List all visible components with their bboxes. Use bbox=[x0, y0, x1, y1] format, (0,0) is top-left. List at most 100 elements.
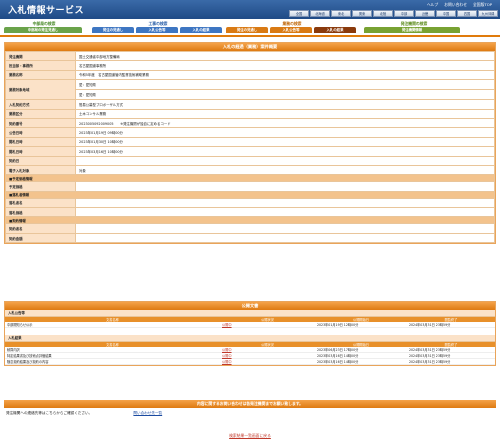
row-value bbox=[75, 223, 495, 234]
row-label: 発注機関 bbox=[5, 50, 76, 62]
row-label: 開札日時 bbox=[5, 136, 76, 148]
row-label: 入札契約方式 bbox=[5, 99, 76, 110]
table-row: 業務名称 令和5年度 名古屋国道管内監督技術補助業務 bbox=[5, 69, 495, 81]
category-agencies: 発注機関の検索 発注機関情報 bbox=[364, 21, 464, 33]
category-title: 中部局の検索 bbox=[32, 21, 56, 26]
inquiry-notice: 内容に関するお問い合わせは各発注機関までお願い致します。 bbox=[4, 400, 496, 408]
doc-group-title: 入札結果 bbox=[5, 335, 495, 343]
table-row: 愛：愛知県 bbox=[6, 89, 495, 101]
section-header: ■予定価格情報 bbox=[5, 174, 495, 183]
row-value: 名古屋国道事務所 bbox=[75, 60, 495, 71]
doc-end: 2024年03月31日 23時59分 bbox=[407, 322, 495, 329]
top-links: ヘルプ お問い合わせ 全国版TOP bbox=[427, 2, 492, 8]
row-label: 契約日 bbox=[5, 155, 76, 166]
doc-name: 随意契約結果及び契約の内容 bbox=[5, 358, 220, 366]
region-tab[interactable]: 中部 bbox=[394, 10, 414, 17]
table-row: 業務区分 土木コンサル業務 bbox=[5, 108, 495, 119]
row-value: 2023年03月16日 10時00分 bbox=[75, 146, 495, 157]
doc-table: 文書名称 公開状況 公開開始日 閲覧終了 中部開知らせ公示 公開中 2023年0… bbox=[5, 317, 495, 329]
table-row: 入札契約方式 簡易公募型プロポーザル方式 bbox=[5, 99, 495, 110]
region-tab[interactable]: 全国 bbox=[289, 10, 309, 17]
region-tab[interactable]: 近畿 bbox=[415, 10, 435, 17]
region-tab[interactable]: 中国 bbox=[436, 10, 456, 17]
table-row: 契約番号 2023005092009005 ※発注機関が独自に定めるコード bbox=[5, 117, 495, 129]
table-row: 契約金額 bbox=[5, 232, 495, 244]
section-title: ■落札者情報 bbox=[5, 190, 495, 199]
row-value bbox=[75, 197, 495, 209]
category-services: 業務の検索 発注の見通し 入札公告等 入札の結果 bbox=[226, 21, 358, 33]
row-label: 契約者名 bbox=[5, 223, 76, 234]
category-title: 工事の検索 bbox=[148, 21, 168, 26]
table-row: 契約者名 bbox=[5, 223, 495, 234]
section-title: ■予定価格情報 bbox=[5, 174, 495, 183]
section-header: ■落札者情報 bbox=[5, 190, 495, 199]
region-tab[interactable]: 四国 bbox=[457, 10, 477, 17]
tab-chubu-outlook[interactable]: 中部局の発注見通し bbox=[4, 27, 82, 33]
row-value: 簡易公募型プロポーザル方式 bbox=[75, 99, 495, 110]
row-label: 予定価格 bbox=[5, 181, 76, 192]
table-row: 落札価格 bbox=[5, 207, 495, 218]
tab-services-outlook[interactable]: 発注の見通し bbox=[226, 27, 268, 33]
tab-agency-info[interactable]: 発注機関情報 bbox=[364, 27, 460, 33]
app-title: 入札情報サービス bbox=[8, 6, 85, 16]
tab-services-notices[interactable]: 入札公告等 bbox=[270, 27, 312, 33]
doc-group-notices: 入札公告等 文書名称 公開状況 公開開始日 閲覧終了 中部開知らせ公示 公開中 … bbox=[5, 310, 495, 329]
doc-open-link[interactable]: 公開中 bbox=[222, 348, 232, 352]
row-label: 開札日時 bbox=[5, 146, 76, 157]
doc-open-link[interactable]: 公開中 bbox=[222, 323, 232, 327]
national-top-link[interactable]: 全国版TOP bbox=[473, 2, 492, 8]
row-label: 落札者名 bbox=[5, 197, 76, 209]
region-tab[interactable]: 北海道 bbox=[310, 10, 330, 17]
category-title: 発注機関の検索 bbox=[400, 21, 428, 26]
table-row: 電子入札対象 対象 bbox=[5, 164, 495, 176]
row-label: 公告日時 bbox=[5, 127, 76, 138]
tab-services-results[interactable]: 入札の結果 bbox=[314, 27, 356, 33]
doc-open-link[interactable]: 公開中 bbox=[222, 354, 232, 358]
section-title: ■契約情報 bbox=[5, 216, 495, 225]
category-construction: 工事の検索 発注の見通し 入札公告等 入札の結果 bbox=[92, 21, 224, 33]
table-row: 開札日時 2023年01月30日 10時00分 bbox=[5, 136, 495, 148]
contact-link[interactable]: お問い合わせ bbox=[444, 2, 467, 8]
row-value: 対象 bbox=[75, 164, 495, 176]
table-row: 開札日時 2023年03月16日 10時00分 bbox=[5, 146, 495, 157]
doc-name: 中部開知らせ公示 bbox=[5, 322, 220, 329]
table-row: 担当部・事務所 名古屋国道事務所 bbox=[5, 60, 495, 71]
table-row: 中部開知らせ公示 公開中 2023年01月19日 12時00分 2024年03月… bbox=[5, 322, 495, 329]
panel-title: 入札の経過（業務）案件概要 bbox=[5, 43, 495, 51]
row-label: 担当部・事務所 bbox=[5, 60, 76, 71]
back-to-results-link[interactable]: 検索結果一覧画面に戻る bbox=[229, 433, 271, 438]
row-value: 2023年01月19日 09時00分 bbox=[75, 127, 495, 138]
doc-table: 文書名称 公開状況 公開開始日 閲覧終了 積算内訳 公開中 2023年06月23… bbox=[5, 342, 495, 366]
category-nav: 中部局の検索 中部局の発注見通し 工事の検索 発注の見通し 入札公告等 入札の結… bbox=[0, 19, 500, 36]
row-value: 2023年01月30日 10時00分 bbox=[75, 136, 495, 148]
table-row: 契約日 bbox=[5, 155, 495, 166]
row-value: 土木コンサル業務 bbox=[75, 108, 495, 119]
doc-start: 2023年03月16日 14時00分 bbox=[315, 358, 407, 366]
header: 入札情報サービス ヘルプ お問い合わせ 全国版TOP 全国 北海道 東北 関東 … bbox=[0, 0, 500, 19]
doc-group-results: 入札結果 文書名称 公開状況 公開開始日 閲覧終了 積算内訳 公開中 2023年… bbox=[5, 335, 495, 366]
table-row: 発注機関 国土交通省中部地方整備局 bbox=[5, 50, 495, 62]
doc-open-link[interactable]: 公開中 bbox=[222, 360, 232, 364]
tab-construction-notices[interactable]: 入札公告等 bbox=[136, 27, 178, 33]
region-tab[interactable]: 北陸 bbox=[373, 10, 393, 17]
category-title: 業務の検索 bbox=[282, 21, 302, 26]
region-tab[interactable]: 東北 bbox=[331, 10, 351, 17]
row-label: 契約金額 bbox=[5, 232, 76, 244]
table-row: 予定価格 bbox=[5, 181, 495, 192]
doc-start: 2023年01月19日 12時00分 bbox=[315, 322, 407, 329]
region-tab[interactable]: 九州沖縄 bbox=[478, 10, 498, 17]
region-tab[interactable]: 関東 bbox=[352, 10, 372, 17]
row-value: 国土交通省中部地方整備局 bbox=[75, 50, 495, 62]
row-value: 愛：愛知県 bbox=[75, 79, 495, 91]
footer: 内容に関するお問い合わせは各発注機関までお願い致します。 発注機関への連絡先等は… bbox=[4, 400, 496, 418]
row-value: 2023005092009005 ※発注機関が独自に定めるコード bbox=[75, 117, 495, 129]
contact-list-link[interactable]: 問い合わせ先一覧 bbox=[133, 411, 162, 415]
row-value bbox=[75, 207, 495, 218]
table-row: 業務対象地域 愛：愛知県 bbox=[5, 79, 495, 101]
tab-construction-outlook[interactable]: 発注の見通し bbox=[92, 27, 134, 33]
help-link[interactable]: ヘルプ bbox=[427, 2, 438, 8]
table-row: 公告日時 2023年01月19日 09時00分 bbox=[5, 127, 495, 138]
case-summary-panel: 入札の経過（業務）案件概要 発注機関 国土交通省中部地方整備局 担当部・事務所 名古… bbox=[4, 42, 496, 245]
tab-construction-results[interactable]: 入札の結果 bbox=[180, 27, 222, 33]
section-header: ■契約情報 bbox=[5, 216, 495, 225]
